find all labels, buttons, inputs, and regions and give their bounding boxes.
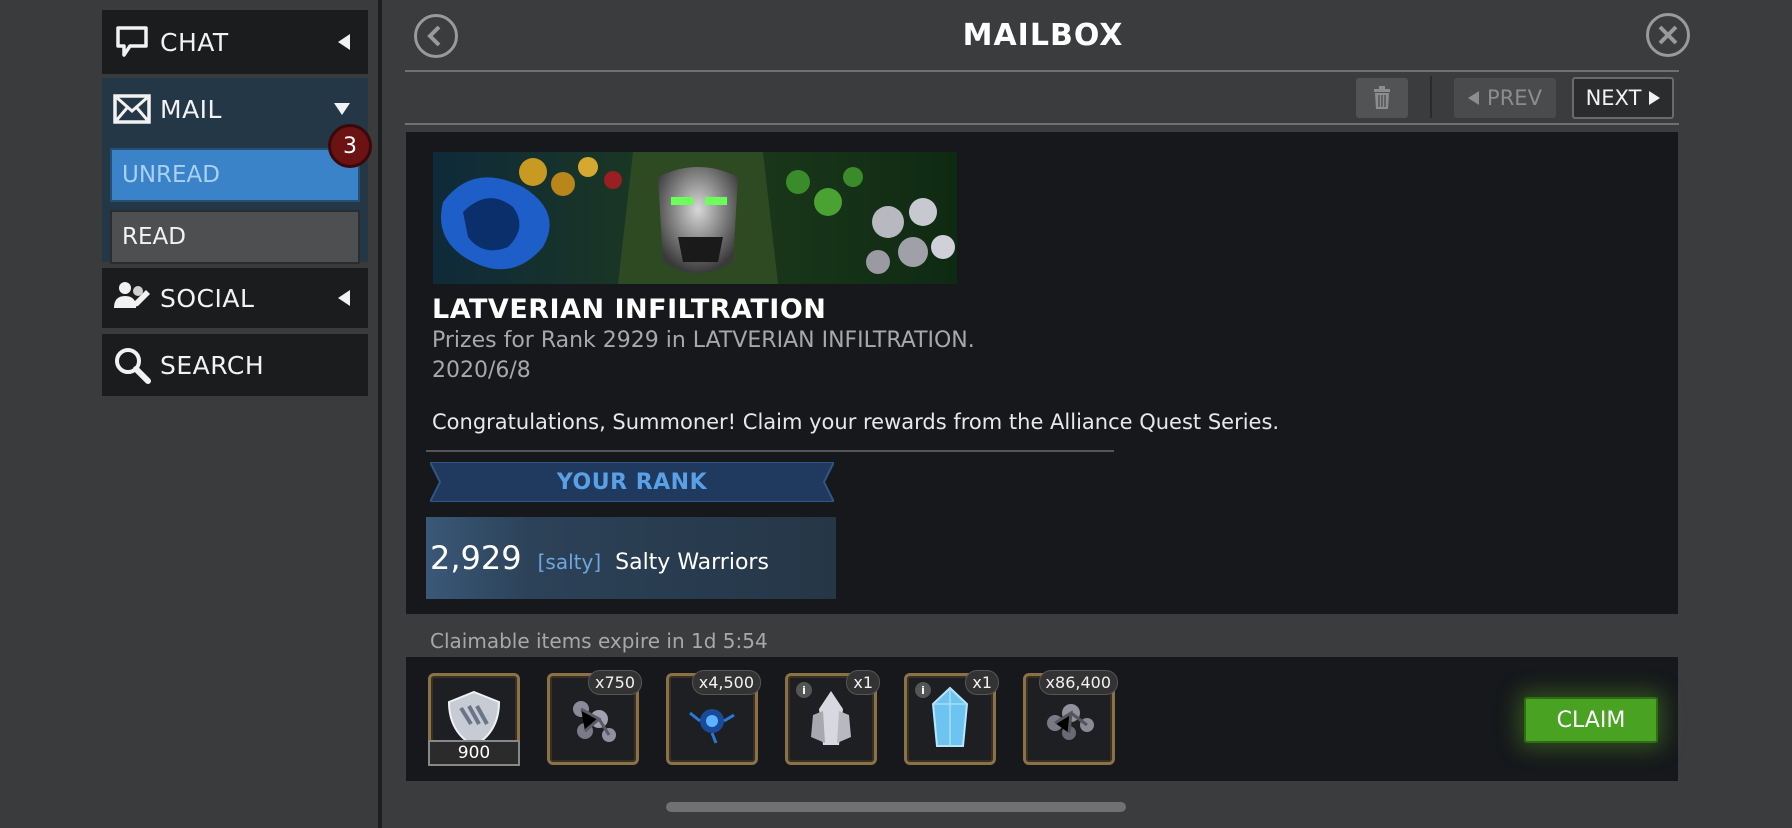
header-divider xyxy=(405,70,1679,72)
claim-button[interactable]: CLAIM xyxy=(1524,697,1658,743)
delete-button[interactable] xyxy=(1356,78,1408,118)
prev-arrow-icon xyxy=(1468,91,1480,105)
sidebar-item-chat[interactable]: CHAT xyxy=(102,10,368,74)
next-label: NEXT xyxy=(1585,86,1642,110)
unread-count-badge: 3 xyxy=(328,124,372,168)
reward-quantity: x1 xyxy=(965,670,999,695)
search-icon xyxy=(112,345,152,385)
page-title: MAILBOX xyxy=(962,18,1124,53)
reward-item[interactable]: i x1 xyxy=(785,670,880,765)
reward-item[interactable]: 900 xyxy=(428,673,520,766)
next-arrow-icon xyxy=(1649,91,1661,105)
read-tab[interactable]: READ xyxy=(110,210,360,264)
chevron-left-icon xyxy=(338,34,350,50)
back-button[interactable] xyxy=(414,14,458,58)
reward-quantity: x750 xyxy=(587,670,642,695)
reward-item[interactable]: x750 xyxy=(547,670,642,765)
prev-button[interactable]: PREV xyxy=(1454,78,1556,118)
reward-item[interactable]: x86,400 xyxy=(1023,670,1118,765)
close-icon xyxy=(1658,25,1678,45)
event-banner-image xyxy=(433,152,957,284)
sidebar-item-label: MAIL xyxy=(160,94,222,124)
rewards-bar: 900 x750 x4,500 i x1 i x1 x86,400 CLAIM xyxy=(406,657,1678,781)
chevron-left-icon xyxy=(338,290,350,306)
reward-quantity: x4,500 xyxy=(691,670,761,695)
expire-notice: Claimable items expire in 1d 5:54 xyxy=(430,629,768,653)
gray-catalyst-icon xyxy=(1047,704,1094,740)
close-button[interactable] xyxy=(1646,13,1690,57)
chat-icon xyxy=(112,22,152,62)
body-divider xyxy=(426,450,1114,452)
toolbar-divider xyxy=(405,123,1679,125)
envelope-icon xyxy=(112,89,152,129)
unread-tab-label: UNREAD xyxy=(122,162,220,188)
alliance-tag: [salty] xyxy=(537,550,602,574)
catalyst-fragments-icon xyxy=(573,701,616,742)
mail-subtitle: Prizes for Rank 2929 in LATVERIAN INFILT… xyxy=(432,328,975,353)
blue-crystal-icon xyxy=(931,686,969,747)
your-rank-ribbon: YOUR RANK xyxy=(430,462,834,502)
unread-tab[interactable]: UNREAD xyxy=(110,148,360,202)
alliance-name: Salty Warriors xyxy=(615,549,769,575)
reward-quantity: x1 xyxy=(846,670,880,695)
reward-count: 900 xyxy=(428,740,520,766)
reward-item[interactable]: x4,500 xyxy=(666,670,761,765)
silver-crystal-icon xyxy=(811,691,851,745)
your-rank-label: YOUR RANK xyxy=(556,469,708,495)
chevron-left-icon xyxy=(427,25,441,47)
mail-body: Congratulations, Summoner! Claim your re… xyxy=(432,410,1280,434)
rank-value: 2,929 xyxy=(430,539,522,577)
sidebar-item-label: SEARCH xyxy=(160,350,265,380)
next-button[interactable]: NEXT xyxy=(1572,77,1674,119)
chevron-down-icon xyxy=(334,103,350,115)
blue-catalyst-icon xyxy=(689,709,735,744)
sidebar-item-label: SOCIAL xyxy=(160,283,255,313)
social-icon xyxy=(112,278,152,318)
prev-label: PREV xyxy=(1487,86,1542,110)
reward-item[interactable]: i x1 xyxy=(904,670,999,765)
read-tab-label: READ xyxy=(122,224,186,250)
toolbar-separator xyxy=(1430,76,1432,118)
sidebar-item-search[interactable]: SEARCH xyxy=(102,334,368,396)
info-icon[interactable]: i xyxy=(796,682,812,698)
sidebar-item-mail[interactable]: MAIL UNREAD READ xyxy=(102,78,368,264)
trash-icon xyxy=(1374,86,1390,109)
mail-title: LATVERIAN INFILTRATION xyxy=(432,294,827,325)
horizontal-scrollbar[interactable] xyxy=(666,802,1126,812)
rank-card: 2,929 [salty] Salty Warriors xyxy=(426,517,836,599)
reward-quantity: x86,400 xyxy=(1038,670,1118,695)
mail-content-panel: LATVERIAN INFILTRATION Prizes for Rank 2… xyxy=(406,132,1678,614)
sidebar-item-social[interactable]: SOCIAL xyxy=(102,268,368,328)
mail-date: 2020/6/8 xyxy=(432,358,531,383)
info-icon[interactable]: i xyxy=(915,682,931,698)
sidebar-item-label: CHAT xyxy=(160,27,229,57)
